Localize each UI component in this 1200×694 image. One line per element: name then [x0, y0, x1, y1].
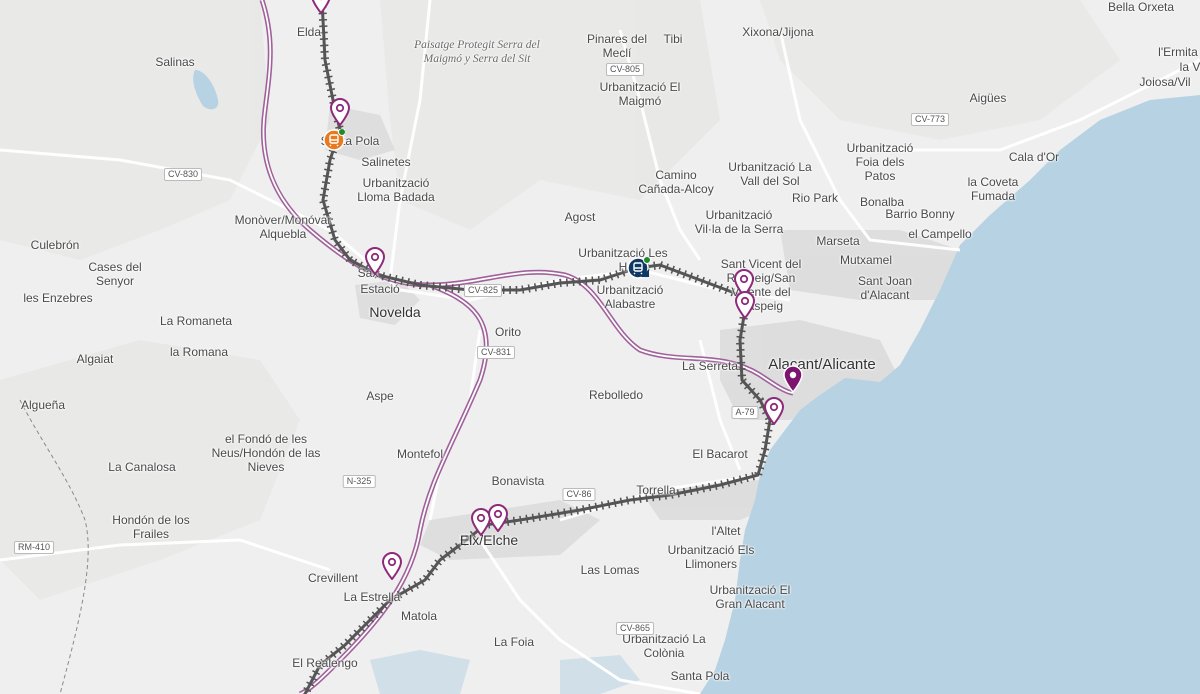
- place-urb-alabastre: Urbanització Alabastre: [596, 283, 664, 311]
- place-santa-pola: Santa Pola: [670, 669, 730, 683]
- road-shield-cv865: CV-865: [615, 622, 655, 635]
- place-la-estrella: La Estrella: [343, 590, 401, 604]
- place-las-lomas: Las Lomas: [580, 563, 640, 577]
- place-urb-lloma: Urbanització Lloma Badada: [357, 176, 435, 204]
- place-urb-vall-sol: Urbanització La Vall del Sol: [728, 160, 812, 188]
- road-shield-cv825: CV-825: [463, 284, 503, 297]
- park-label: Paisatge Protegit Serra del Maigmó y Ser…: [414, 39, 540, 65]
- place-tibi: Tibi: [663, 32, 683, 46]
- place-la-foia: La Foia: [493, 635, 535, 649]
- map-view[interactable]: Bella Orxeta l'Ermita la V Joiosa/Vil Pi…: [0, 0, 1200, 694]
- place-salinas: Salinas: [155, 55, 195, 69]
- place-cala-dor: Cala d'Or: [1008, 150, 1060, 164]
- road-shield-n325: N-325: [342, 475, 376, 488]
- place-urb-foia: Urbanització Foia dels Patos: [846, 141, 914, 183]
- stop-pin-icon[interactable]: [310, 0, 332, 15]
- place-marseta: Marseta: [816, 234, 860, 248]
- place-mutxamel: Mutxamel: [839, 253, 893, 267]
- place-monover: Monòver/Monóvar Alquebla: [234, 213, 332, 241]
- destination-pin-icon[interactable]: [782, 365, 804, 394]
- place-hondon-frailes: Hondón de los Frailes: [112, 513, 190, 541]
- station-blue-icon[interactable]: [627, 256, 651, 279]
- stop-pin-icon[interactable]: [381, 552, 403, 581]
- place-la-coveta: la Coveta Fumada: [967, 175, 1019, 203]
- place-torrella: Torrella: [636, 483, 676, 497]
- place-laltet: l'Altet: [711, 524, 741, 538]
- stop-pin-icon[interactable]: [487, 504, 509, 533]
- place-bonavista: Bonavista: [491, 474, 545, 488]
- place-rebolledo: Rebolledo: [588, 388, 644, 402]
- place-el-realengo: El Realengo: [292, 656, 358, 670]
- place-cases-senyor: Cases del Senyor: [88, 260, 142, 288]
- place-alguena: Algueña: [20, 398, 66, 412]
- place-salinetes: Salinetes: [361, 155, 411, 169]
- station-orange-icon[interactable]: [323, 128, 346, 151]
- place-el-fondo: el Fondó de les Neus/Hondón de las Nieve…: [211, 432, 321, 474]
- stop-pin-icon[interactable]: [329, 98, 351, 127]
- place-sax: Elda: [296, 25, 322, 39]
- road-shield-cv805: CV-805: [605, 63, 645, 76]
- place-xixona: Xixona/Jijona: [742, 25, 814, 39]
- place-bella-orxeta: Bella Orxeta: [1107, 0, 1175, 14]
- place-urb-villa-serra: Urbanització Vil·la de la Serra: [694, 208, 784, 236]
- road-shield-cv773: CV-773: [910, 113, 950, 126]
- place-agost: Agost: [564, 210, 596, 224]
- place-culebron: Culebrón: [30, 238, 80, 252]
- place-el-bacarot: El Bacarot: [692, 447, 748, 461]
- stop-pin-icon[interactable]: [763, 397, 785, 426]
- place-joiosa: Joiosa/Vil: [1139, 75, 1191, 89]
- place-la-romaneta: La Romaneta: [159, 314, 233, 328]
- place-sant-joan: Sant Joan d'Alacant: [857, 274, 913, 302]
- place-matola: Matola: [400, 609, 438, 623]
- place-barrio-bonny: Barrio Bonny: [885, 207, 955, 221]
- place-crevillent: Crevillent: [307, 571, 359, 585]
- place-estacio: Estació: [360, 282, 400, 296]
- stop-pin-icon[interactable]: [364, 247, 386, 276]
- place-la-canalosa: La Canalosa: [108, 460, 176, 474]
- place-urb-colonia: Urbanització La Colònia: [622, 632, 706, 660]
- place-algaiat: Algaiat: [76, 352, 114, 366]
- road-shield-rm410: RM-410: [13, 541, 55, 554]
- place-lermita: l'Ermita: [1158, 45, 1198, 59]
- place-montefol: Montefol: [396, 447, 444, 461]
- place-urb-les-h: Urbanització Les H: [578, 246, 668, 274]
- road-shield-cv86: CV-86: [562, 488, 596, 501]
- place-aigues: Aigües: [969, 91, 1007, 105]
- road-shield-cv831: CV-831: [476, 346, 516, 359]
- place-la-serreta: La Serreta: [681, 359, 739, 373]
- place-orito: Orito: [494, 325, 522, 339]
- place-la-vila: la V: [1179, 60, 1200, 74]
- place-la-romana: la Romana: [169, 345, 229, 359]
- place-urb-llimoners: Urbanització Els Llimoners: [667, 543, 755, 571]
- place-les-enzebres: les Enzebres: [23, 291, 93, 305]
- road-shield-a79: A-79: [731, 406, 759, 419]
- place-urb-gran-alacant: Urbanització El Gran Alacant: [709, 583, 791, 611]
- stop-pin-icon[interactable]: [734, 291, 756, 320]
- road-shield-cv830: CV-830: [163, 168, 203, 181]
- place-pinares: Pinares del Meclí: [586, 32, 648, 60]
- place-urb-maigmo: Urbanització El Maigmó: [599, 80, 681, 108]
- place-sant-vicent: Sant Vicent del Raspeig/San Vicente del …: [720, 257, 802, 313]
- place-aspe: Aspe: [366, 389, 394, 403]
- place-el-campello: el Campello: [908, 227, 972, 241]
- place-rio-park: Rio Park: [791, 191, 839, 205]
- place-novelda: Novelda: [369, 304, 421, 320]
- place-camino: Camino Cañada-Alcoy: [638, 168, 714, 196]
